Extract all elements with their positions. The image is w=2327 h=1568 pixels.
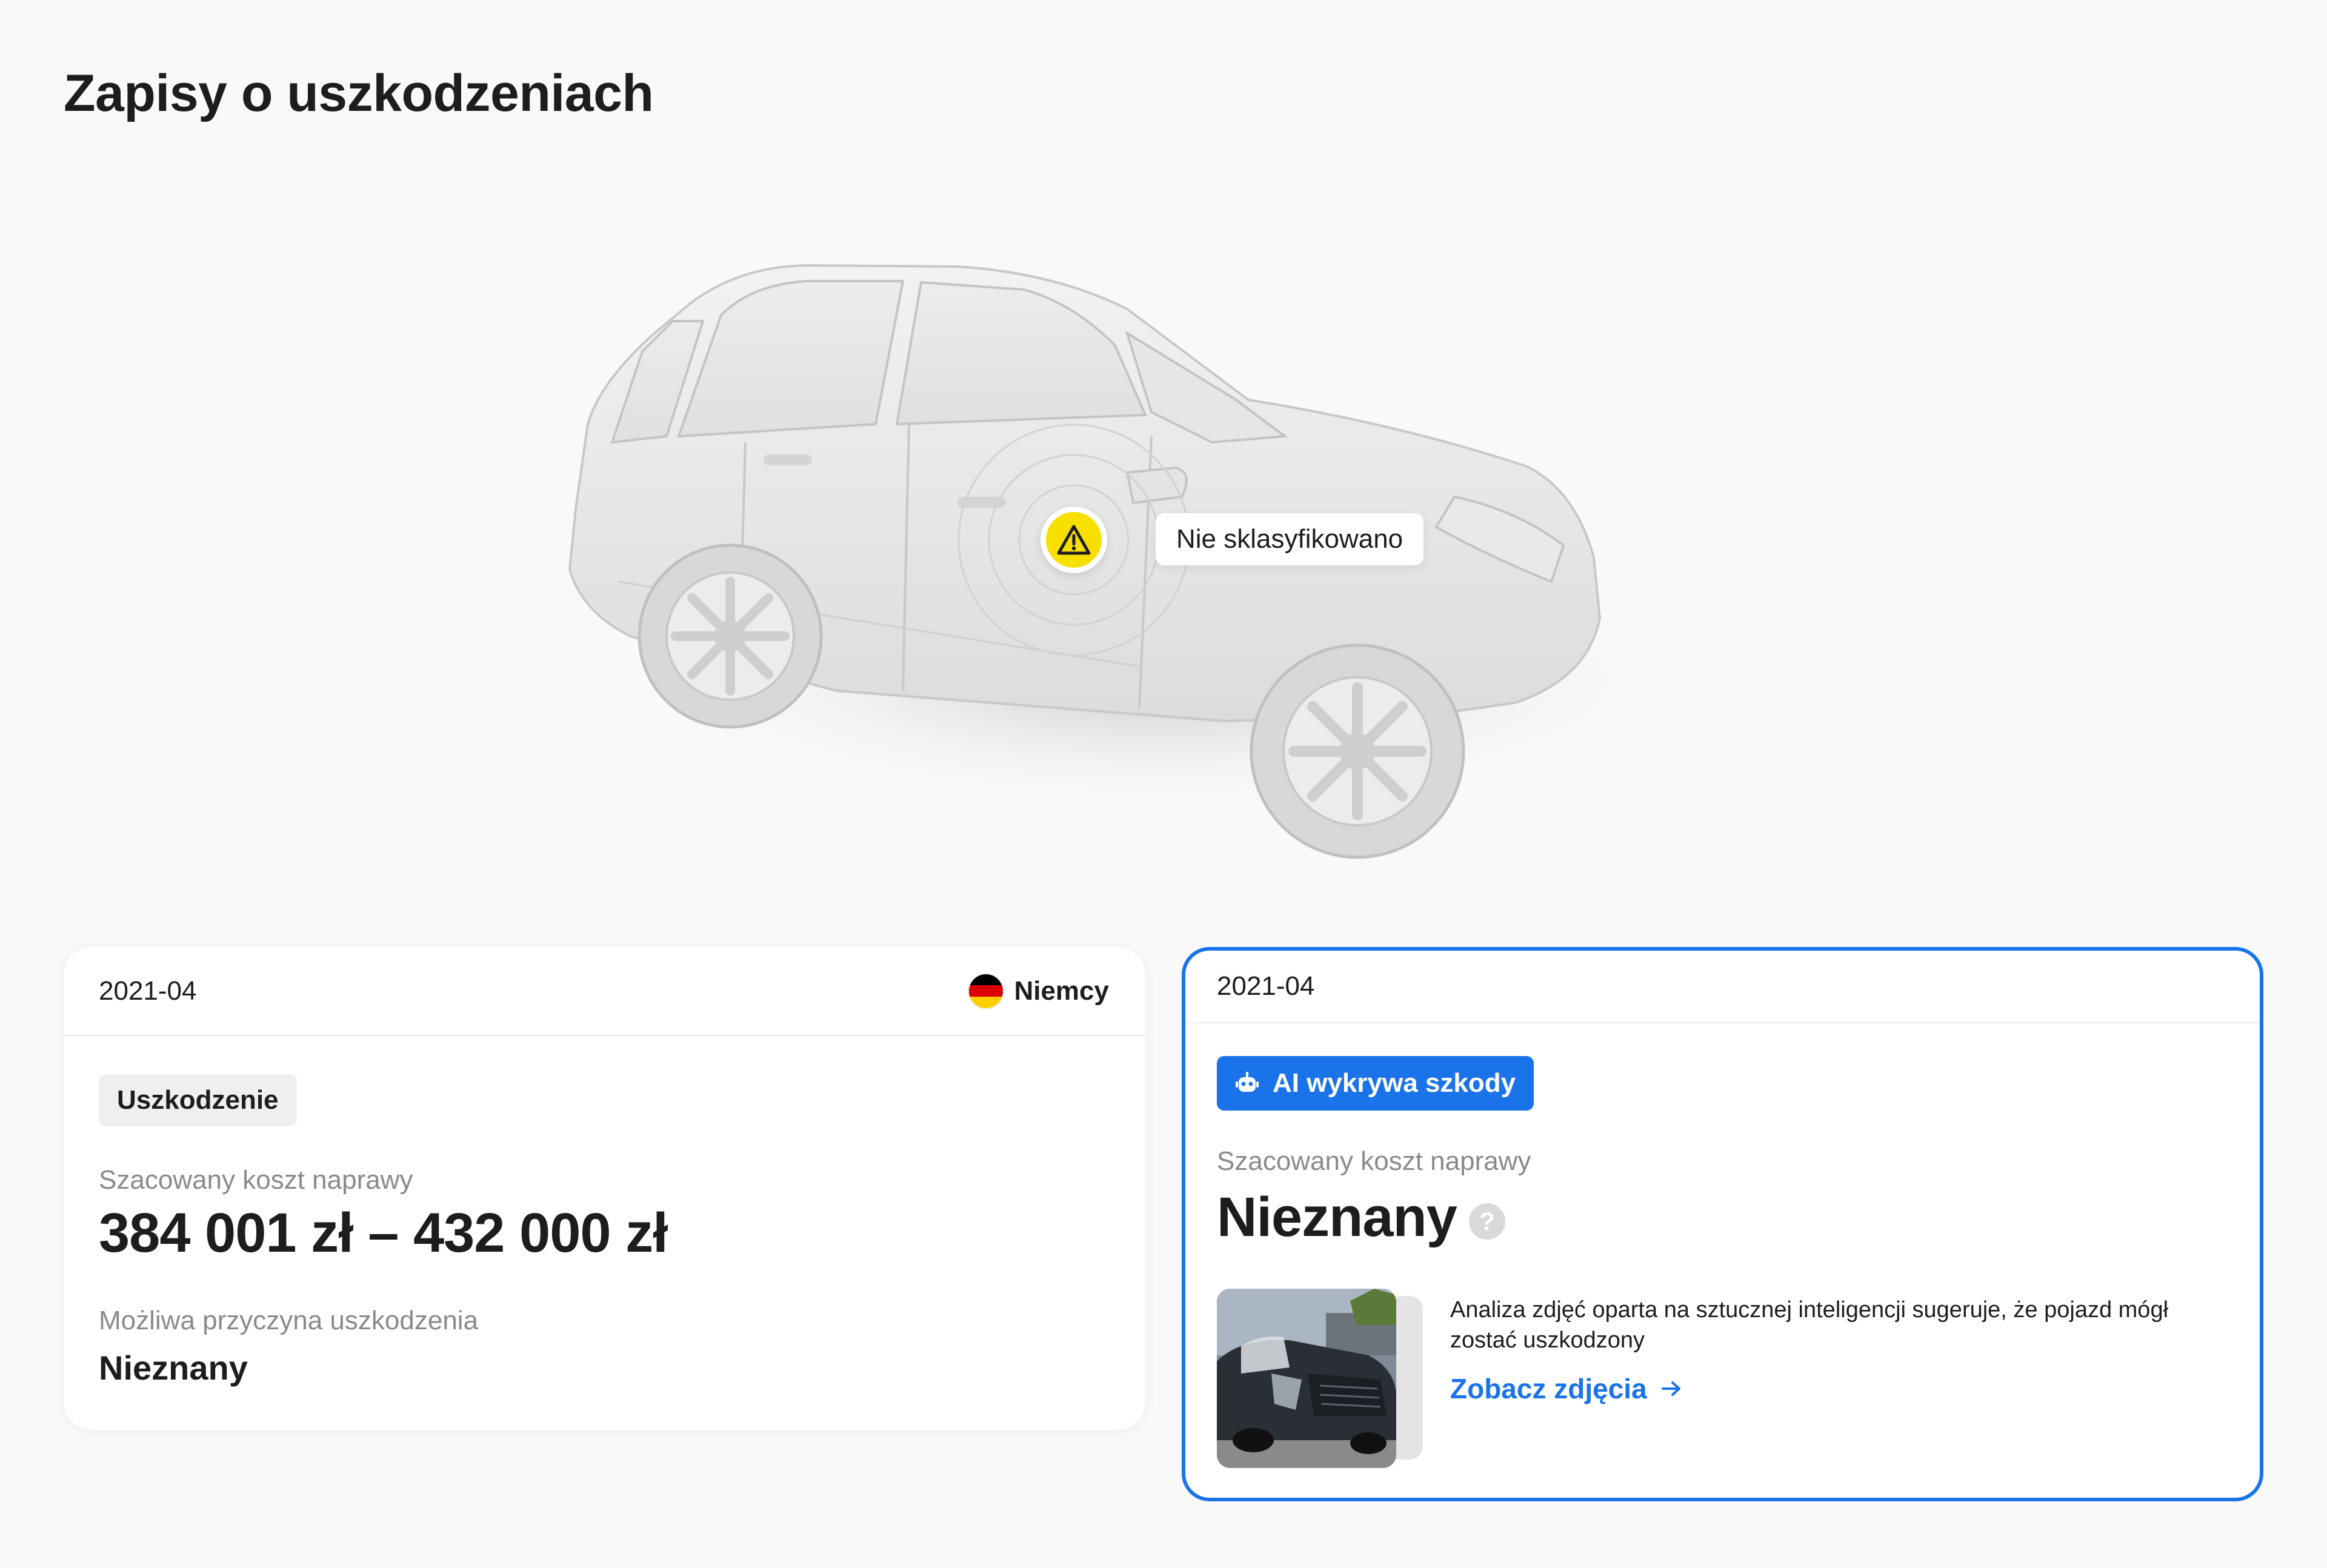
record-date: 2021-04	[1217, 971, 1315, 1001]
country-name: Niemcy	[1014, 975, 1109, 1006]
cost-label: Szacowany koszt naprawy	[1217, 1146, 1531, 1176]
damage-type-tag: Uszkodzenie	[99, 1074, 297, 1126]
damaged-car-photo[interactable]	[1217, 1289, 1396, 1468]
card-header: 2021-04 Niemcy	[64, 947, 1145, 1036]
cost-value-row: Nieznany ?	[1217, 1186, 1505, 1249]
warning-triangle-icon	[1057, 525, 1091, 555]
question-mark-icon[interactable]: ?	[1468, 1203, 1505, 1240]
germany-flag-icon	[969, 974, 1004, 1008]
view-photos-link[interactable]: Zobacz zdjęcia	[1450, 1372, 1683, 1405]
cost-value: 384 001 zł – 432 000 zł	[99, 1202, 668, 1264]
ai-badge-label: AI wykrywa szkody	[1273, 1068, 1516, 1098]
page-title: Zapisy o uszkodzeniach	[64, 64, 654, 122]
cause-value: Nieznany	[99, 1349, 248, 1387]
damage-photos-thumbnail[interactable]	[1217, 1289, 1429, 1468]
damage-record-card: 2021-04 Niemcy Uszkodzenie Szacowany kos…	[64, 947, 1145, 1430]
ai-damage-record-card: 2021-04 AI wykrywa szkody Szacowany kosz…	[1182, 947, 2263, 1501]
damage-marker[interactable]	[1040, 507, 1107, 573]
record-date: 2021-04	[99, 975, 197, 1006]
cost-label: Szacowany koszt naprawy	[99, 1165, 413, 1195]
arrow-right-icon	[1661, 1381, 1680, 1396]
damaged-car-photo-image	[1217, 1289, 1396, 1468]
ai-detection-badge: AI wykrywa szkody	[1217, 1056, 1534, 1111]
vehicle-diagram	[521, 242, 1794, 909]
cost-value: Nieznany	[1217, 1186, 1457, 1248]
cause-label: Możliwa przyczyna uszkodzenia	[99, 1306, 479, 1335]
marker-tooltip: Nie sklasyfikowano	[1156, 513, 1424, 565]
robot-icon	[1236, 1072, 1259, 1092]
card-header: 2021-04	[1185, 951, 2260, 1023]
country: Niemcy	[969, 974, 1109, 1008]
car-illustration	[568, 264, 1709, 859]
ai-analysis-description: Analiza zdjęć oparta na sztucznej inteli…	[1450, 1297, 2169, 1353]
view-photos-label: Zobacz zdjęcia	[1450, 1373, 1647, 1404]
marker-label: Nie sklasyfikowano	[1176, 524, 1403, 554]
